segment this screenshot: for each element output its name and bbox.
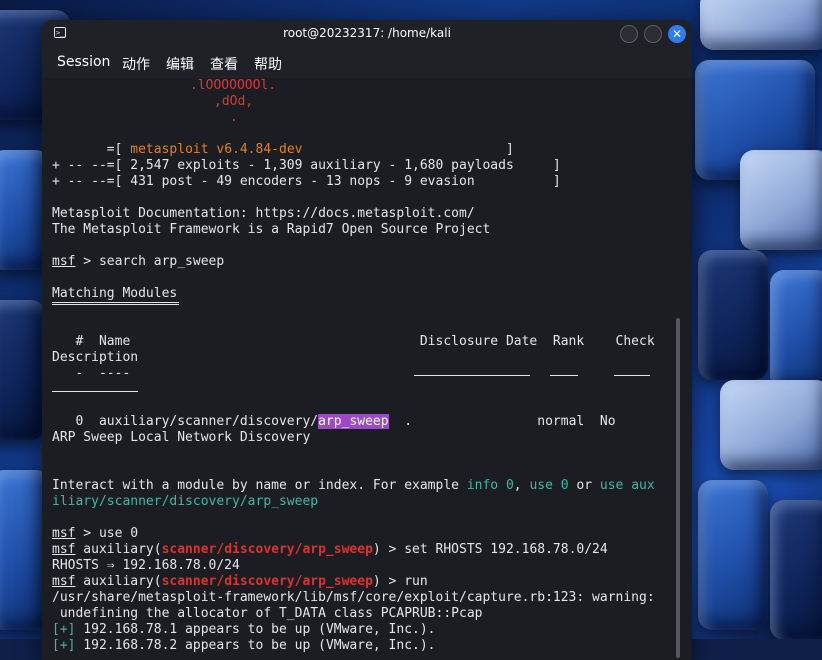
- terminal-window: >_ root@20232317: /home/kali ✕ Session 动…: [42, 20, 692, 660]
- table-row: 0 auxiliary/scanner/discovery/arp_sweep …: [52, 414, 616, 430]
- column-rule: [550, 375, 578, 376]
- host-up-text: 192.168.78.1 appears to be up (VMware, I…: [75, 622, 436, 637]
- search-match-highlight: arp_sweep: [318, 414, 389, 429]
- command-text: ) > set RHOSTS 192.168.78.0/24: [372, 542, 608, 557]
- documentation-line: Metasploit Documentation: https://docs.m…: [52, 206, 475, 221]
- menu-view[interactable]: 查看: [210, 54, 238, 74]
- interact-hint-continued: iliary/scanner/discovery/arp_sweep: [52, 494, 319, 509]
- banner-bracket: ]: [302, 142, 514, 157]
- heading-underline: [52, 302, 179, 305]
- hint-command: use aux: [599, 478, 655, 493]
- msf-prompt: msf: [52, 542, 76, 557]
- prompt-context: auxiliary(: [75, 574, 162, 589]
- command-line: msf > search arp_sweep: [52, 254, 224, 270]
- wallpaper-cube: [770, 500, 822, 639]
- banner-bracket: =[: [52, 142, 131, 157]
- banner-stats-line: + -- --=[ 431 post - 49 encoders - 13 no…: [52, 174, 561, 189]
- command-text: > search arp_sweep: [75, 254, 225, 269]
- minimize-button[interactable]: [620, 25, 638, 43]
- prompt-context: auxiliary(: [75, 542, 162, 557]
- ascii-art-line: .lOOOOOOOl.: [190, 78, 277, 93]
- terminal-output[interactable]: .lOOOOOOOl. ,dOd, . =[ metasploit v6.4.8…: [42, 78, 692, 660]
- wallpaper-cube: [740, 150, 822, 250]
- ascii-art-line: ,dOd,: [214, 94, 254, 109]
- active-module: scanner/discovery/arp_sweep: [161, 574, 373, 589]
- menu-help[interactable]: 帮助: [254, 54, 282, 74]
- hint-text: ,: [513, 478, 530, 493]
- hint-text: Interact with a module by name or index.…: [52, 478, 467, 493]
- matching-modules-heading: Matching Modules: [52, 286, 178, 301]
- table-subheader: - ----: [52, 366, 131, 381]
- menu-actions[interactable]: 动作: [122, 54, 150, 74]
- rhosts-result: RHOSTS ⇒ 192.168.78.0/24: [52, 558, 240, 573]
- active-module: scanner/discovery/arp_sweep: [161, 542, 373, 557]
- column-rule: [614, 375, 650, 376]
- banner-version-line: =[ metasploit v6.4.84-dev ]: [52, 142, 514, 158]
- module-description: ARP Sweep Local Network Discovery: [52, 430, 311, 445]
- column-rule: [414, 375, 530, 376]
- window-title: root@20232317: /home/kali: [283, 26, 451, 40]
- hint-text: or: [568, 478, 600, 493]
- banner-stats-line: + -- --=[ 2,547 exploits - 1,309 auxilia…: [52, 158, 561, 173]
- command-text: ) > run: [372, 574, 428, 589]
- command-line: msf auxiliary(scanner/discovery/arp_swee…: [52, 574, 428, 590]
- table-header: # Name Disclosure Date Rank Check: [52, 334, 655, 349]
- command-line: msf > use 0: [52, 526, 138, 542]
- close-button[interactable]: ✕: [668, 25, 686, 43]
- host-up-text: 192.168.78.2 appears to be up (VMware, I…: [75, 638, 436, 653]
- host-up-line: [+] 192.168.78.1 appears to be up (VMwar…: [52, 622, 436, 638]
- module-path: 0 auxiliary/scanner/discovery/: [52, 414, 319, 429]
- wallpaper-cube: [698, 480, 768, 630]
- table-header-description: Description: [52, 350, 139, 365]
- host-up-line: [+] 192.168.78.2 appears to be up (VMwar…: [52, 638, 436, 654]
- msf-prompt: msf: [52, 254, 76, 269]
- metasploit-version: metasploit v6.4.84-dev: [130, 142, 303, 157]
- menu-edit[interactable]: 编辑: [166, 54, 194, 74]
- warning-line: undefining the allocator of T_DATA class…: [52, 606, 483, 621]
- wallpaper-cube: [0, 300, 45, 440]
- scrollbar[interactable]: [676, 318, 680, 658]
- command-line: msf auxiliary(scanner/discovery/arp_swee…: [52, 542, 608, 558]
- wallpaper-cube: [770, 270, 822, 390]
- msf-prompt: msf: [52, 574, 76, 589]
- module-details: . normal No: [388, 414, 616, 429]
- msf-prompt: msf: [52, 526, 76, 541]
- interact-hint: Interact with a module by name or index.…: [52, 478, 655, 494]
- maximize-button[interactable]: [644, 25, 662, 43]
- warning-line: /usr/share/metasploit-framework/lib/msf/…: [52, 590, 655, 605]
- wallpaper-cube: [720, 380, 822, 470]
- success-marker: [+]: [52, 622, 76, 637]
- wallpaper-cube: [700, 0, 822, 50]
- command-text: > use 0: [75, 526, 139, 541]
- success-marker: [+]: [52, 638, 76, 653]
- title-bar[interactable]: >_ root@20232317: /home/kali ✕: [42, 20, 692, 48]
- wallpaper-cube: [698, 250, 768, 380]
- framework-line: The Metasploit Framework is a Rapid7 Ope…: [52, 222, 491, 237]
- ascii-art-line: .: [230, 110, 238, 125]
- hint-command: info 0: [466, 478, 514, 493]
- column-rule: [52, 391, 138, 392]
- menu-session[interactable]: Session: [57, 54, 110, 70]
- menu-bar: Session 动作 编辑 查看 帮助: [42, 48, 692, 78]
- hint-command: use 0: [529, 478, 569, 493]
